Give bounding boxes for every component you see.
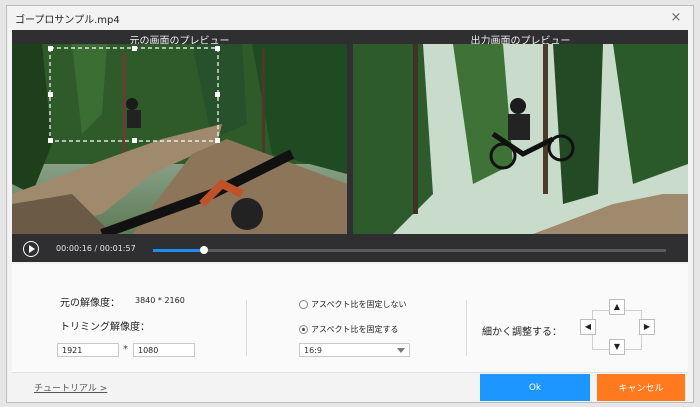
nudge-up-button[interactable]: ▲ [609,299,625,315]
current-time: 00:00:16 [56,244,92,253]
original-resolution-label: 元の解像度： [60,298,120,309]
crop-height-input[interactable] [133,343,195,357]
original-resolution-value: 3840 * 2160 [135,296,185,305]
aspect-ratio-value: 16:9 [304,346,322,355]
original-preview [12,44,347,234]
aspect-fixed-label: アスペクト比を固定する [311,325,399,334]
ok-button[interactable]: Ok [480,374,590,401]
seek-bar-thumb[interactable] [200,246,209,254]
divider-1 [246,300,247,356]
aspect-fixed-option[interactable]: アスペクト比を固定する [299,324,398,335]
crop-handle-bottom[interactable] [132,138,137,143]
aspect-fixed-radio[interactable] [299,325,308,334]
crop-handle-bottom-left[interactable] [48,138,53,143]
arrow-left-icon: ◀ [584,322,592,331]
arrow-right-icon: ▶ [643,322,651,331]
close-icon[interactable]: × [667,9,685,27]
crop-dialog: ゴープロサンプル.mp4 × 元の画面のプレビュー 出力画面のプレビュー 00:… [6,5,694,403]
crop-handle-right[interactable] [215,92,220,97]
nudge-right-button[interactable]: ▶ [639,319,655,335]
aspect-free-label: アスペクト比を固定しない [311,300,407,309]
nudge-left-button[interactable]: ◀ [580,319,596,335]
trim-resolution-label: トリミング解像度： [60,322,150,333]
crop-handle-top[interactable] [132,46,137,51]
output-preview [353,44,688,234]
aspect-free-radio[interactable] [299,300,308,309]
multiply-sign: * [123,344,128,355]
crop-handle-top-left[interactable] [48,46,53,51]
cancel-button[interactable]: キャンセル [597,374,685,401]
crop-handle-bottom-right[interactable] [215,138,220,143]
fine-tune-label: 細かく調整する： [482,327,562,338]
divider-2 [466,300,467,356]
crop-handle-left[interactable] [48,92,53,97]
crop-handle-top-right[interactable] [215,46,220,51]
time-separator: / [94,244,98,253]
title-bar: ゴープロサンプル.mp4 × [7,6,693,30]
original-video-frame [12,44,347,234]
playback-controls: 00:00:16 / 00:01:57 [12,236,688,262]
aspect-free-option[interactable]: アスペクト比を固定しない [299,299,406,310]
seek-bar[interactable] [153,246,666,254]
crop-settings: 元の解像度： 3840 * 2160 トリミング解像度： * アスペクト比を固定… [12,264,688,372]
seek-bar-progress [153,249,205,252]
dialog-footer: チュートリアル > Ok キャンセル [12,372,688,401]
window-title: ゴープロサンプル.mp4 [15,15,120,26]
chevron-down-icon [397,348,405,353]
preview-area: 元の画面のプレビュー 出力画面のプレビュー 00:00:16 / 00:01:5… [12,30,688,262]
tutorial-link[interactable]: チュートリアル > [34,381,107,394]
arrow-up-icon: ▲ [613,302,621,311]
play-icon[interactable] [23,241,39,257]
aspect-ratio-select[interactable]: 16:9 [299,343,410,357]
total-time: 00:01:57 [99,244,136,253]
nudge-down-button[interactable]: ▼ [609,339,625,355]
crop-width-input[interactable] [57,343,119,357]
timecode: 00:00:16 / 00:01:57 [56,244,136,253]
arrow-down-icon: ▼ [613,342,621,351]
output-video-frame [353,44,688,234]
